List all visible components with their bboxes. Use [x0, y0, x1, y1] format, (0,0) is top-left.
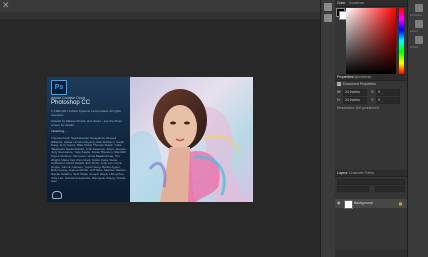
- height-field[interactable]: 24 inches: [343, 97, 367, 104]
- splash-loading-status: Initializing...: [51, 130, 67, 133]
- width-value: 24 inches: [345, 90, 360, 94]
- color-panel-header: Color Swatches: [335, 0, 407, 7]
- tab-color[interactable]: Color: [337, 0, 345, 6]
- tab-swatches[interactable]: Swatches: [349, 0, 364, 6]
- properties-icon[interactable]: [324, 14, 332, 22]
- splash-screen: Ps Adobe Creative Cloud Photoshop CC © 1…: [47, 77, 253, 202]
- styles-label: Styles: [410, 45, 419, 49]
- options-bar: [0, 12, 320, 19]
- splash-artwork-credit: Artwork by Mateus Pinedo and others - se…: [51, 120, 123, 127]
- learn-label: Learn: [410, 29, 418, 33]
- splash-credits: Thomas Knoll, Seetharaman Narayanan, Rus…: [51, 137, 127, 184]
- x-field[interactable]: 0: [376, 89, 400, 96]
- width-label: W:: [337, 90, 342, 94]
- learn-icon[interactable]: [415, 20, 423, 28]
- splash-copyright: © 1990-2017 Adobe Systems Incorporated. …: [51, 110, 121, 117]
- tab-layers[interactable]: Layers: [337, 170, 348, 176]
- width-field[interactable]: 24 inches: [343, 89, 367, 96]
- height-value: 24 inches: [345, 98, 360, 102]
- tab-adjustments[interactable]: Adjustments: [352, 74, 371, 80]
- photoshop-logo-icon: Ps: [51, 80, 67, 95]
- y-label: Y:: [371, 98, 375, 102]
- creative-cloud-logo-icon: [52, 191, 62, 199]
- opacity-field[interactable]: [375, 186, 405, 192]
- resolution-label: Resolution: 300 pixels/inch: [337, 106, 379, 110]
- layer-filter-bar[interactable]: [337, 179, 405, 185]
- collapsed-panel-strip: [320, 0, 336, 257]
- splash-product-title: Photoshop CC: [51, 100, 91, 106]
- color-picker-field[interactable]: [346, 8, 396, 74]
- close-icon[interactable]: ✕: [2, 1, 11, 10]
- document-properties-label: Document Properties: [343, 82, 376, 86]
- blend-mode-select[interactable]: [337, 186, 369, 192]
- tab-properties[interactable]: Properties: [337, 74, 353, 80]
- tab-channels[interactable]: Channels: [349, 170, 364, 176]
- panel-dock: Color Swatches Properties Adjustments Do…: [335, 0, 407, 257]
- libraries-icon[interactable]: [415, 4, 423, 12]
- layer-row[interactable]: ◉ Background 🔒: [335, 199, 407, 209]
- layer-thumbnail: [344, 200, 353, 209]
- height-label: H:: [337, 98, 341, 102]
- tab-paths[interactable]: Paths: [365, 170, 374, 176]
- x-value: 0: [378, 90, 380, 94]
- x-label: X:: [371, 90, 375, 94]
- splash-artwork-image: [130, 77, 253, 202]
- libraries-label: Libraries: [410, 13, 422, 17]
- layer-name: Background: [354, 201, 373, 205]
- history-icon[interactable]: [324, 3, 332, 11]
- eye-icon[interactable]: ◉: [337, 201, 342, 205]
- y-field[interactable]: 0: [376, 97, 400, 104]
- collapsed-panel-strip-right: Libraries Learn Styles: [407, 0, 428, 257]
- hue-slider[interactable]: [399, 8, 404, 74]
- lock-icon: 🔒: [398, 201, 403, 206]
- splash-portrait-illustration: [130, 89, 245, 202]
- layers-footer: [335, 250, 407, 257]
- document-icon: [337, 82, 341, 86]
- properties-panel-header: Properties Adjustments: [335, 74, 407, 81]
- splash-info-panel: Ps Adobe Creative Cloud Photoshop CC © 1…: [47, 77, 130, 202]
- y-value: 0: [378, 98, 380, 102]
- styles-icon[interactable]: [415, 36, 423, 44]
- layers-panel-header: Layers Channels Paths: [335, 170, 407, 177]
